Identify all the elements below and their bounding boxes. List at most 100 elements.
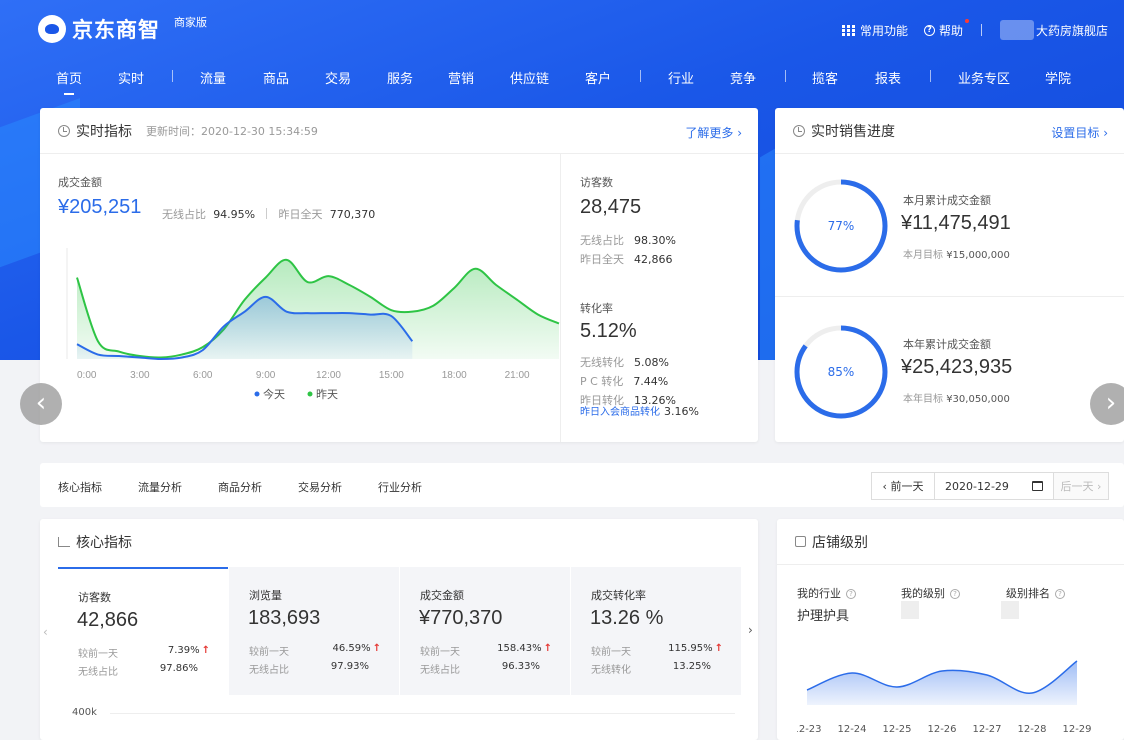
nav-item[interactable]: 交易 [325, 68, 351, 87]
x-tick-label: 12-26 [927, 724, 956, 735]
metric-label: 访客数 [78, 591, 111, 604]
level-value-placeholder [901, 601, 919, 619]
nav-item[interactable]: 客户 [585, 68, 611, 87]
tab-0[interactable]: 核心指标 [58, 479, 102, 495]
metric-card[interactable]: 成交金额 ¥770,370 较前一天 158.43% ↑ 无线占比 96.33% [400, 567, 570, 695]
nav-item[interactable]: 业务专区 [958, 68, 1010, 87]
metric-value: ¥770,370 [419, 607, 503, 629]
carousel-prev-button[interactable]: ‹ [20, 383, 62, 425]
question-icon: ? [950, 589, 960, 599]
metric-value: 13.26 % [590, 607, 664, 629]
legend-marker[interactable] [254, 391, 260, 397]
question-icon: ? [1055, 589, 1065, 599]
common-functions-button[interactable]: 常用功能 [841, 22, 908, 39]
metric-label: 浏览量 [249, 589, 282, 602]
conv-row: 无线转化 5.08% [580, 356, 669, 369]
legend-label[interactable]: 今天 [263, 387, 285, 401]
top-header: 京东商智 商家版 常用功能 ? 帮助 大药房旗舰店 [0, 0, 1124, 56]
tab-4[interactable]: 行业分析 [378, 479, 422, 495]
conv-label: 转化率 [580, 302, 613, 315]
y-axis-tick: 400k [72, 707, 97, 718]
help-button[interactable]: ? 帮助 [923, 18, 969, 39]
conv-value: 5.12% [580, 320, 637, 342]
month-label: 本月累计成交金额 [903, 194, 991, 207]
nav-item[interactable]: 揽客 [812, 68, 838, 87]
nav-item[interactable]: 首页 [56, 68, 82, 95]
year-target: 本年目标 ¥30,050,000 [903, 394, 1010, 405]
help-icon: ? [923, 24, 935, 36]
nav-item[interactable]: 流量 [200, 68, 226, 87]
shop-level-chart: 12-23 12-24 12-25 12-26 12-27 12-28 12-29 [797, 660, 1092, 735]
shop-level-card: 店铺级别 我的行业? 护理护具 我的级别? 级别排名? 12-2312-2412… [777, 519, 1124, 740]
jd-logo-icon [38, 15, 66, 43]
question-icon: ? [846, 589, 856, 599]
x-tick-label: 9:00 [256, 370, 276, 381]
divider [775, 296, 1124, 297]
logo[interactable]: 京东商智 [38, 14, 160, 44]
metric-share-row: 无线转化 13.25% [591, 661, 711, 676]
legend-label[interactable]: 昨天 [316, 388, 338, 401]
tab-3[interactable]: 交易分析 [298, 479, 342, 495]
x-tick-label: 12-24 [837, 724, 866, 735]
month-value: ¥11,475,491 [901, 212, 1011, 234]
ring-percent: 77% [828, 219, 855, 233]
level-area [807, 661, 1077, 705]
visitors-label: 访客数 [580, 176, 613, 189]
date-picker[interactable]: 2020-12-29 [934, 472, 1054, 500]
month-target: 本月目标 ¥15,000,000 [903, 250, 1010, 261]
x-tick-label: 12-25 [882, 724, 911, 735]
next-day-button[interactable]: 后一天 › [1053, 472, 1109, 500]
nav-item[interactable]: 报表 [875, 68, 901, 87]
tab-1[interactable]: 流量分析 [138, 479, 182, 495]
calendar-icon [1032, 481, 1043, 491]
metric-card[interactable]: 访客数 42,866 较前一天 7.39% ↑ 无线占比 97.86% [58, 567, 228, 695]
visitors-value: 28,475 [580, 196, 642, 218]
legend-marker[interactable] [307, 391, 313, 397]
x-tick-label: 12-29 [1062, 724, 1091, 735]
x-tick-label: 21:00 [505, 370, 530, 381]
nav-item[interactable]: 竞争 [730, 68, 756, 87]
shop-name[interactable]: 大药房旗舰店 [1036, 22, 1108, 39]
nav-item[interactable]: 行业 [668, 68, 694, 87]
shop-icon [795, 536, 806, 547]
x-tick-label: 12-28 [1017, 724, 1046, 735]
metrics-scroll-left-icon[interactable]: ‹ [43, 625, 48, 639]
x-tick-label: 3:00 [130, 370, 150, 381]
year-label: 本年累计成交金额 [903, 338, 991, 351]
avatar[interactable] [999, 20, 1034, 40]
nav-separator [172, 70, 173, 82]
tab-2[interactable]: 商品分析 [218, 479, 262, 495]
up-arrow-icon: ↑ [714, 643, 723, 654]
industry-value: 护理护具 [797, 609, 850, 624]
edition-label: 商家版 [174, 16, 207, 29]
ring-percent: 85% [828, 365, 855, 379]
nav-separator [640, 70, 641, 82]
carousel-next-button[interactable]: › [1090, 383, 1124, 425]
realtime-metrics-card: 实时指标 更新时间：2020-12-30 15:34:59 了解更多 › 成交金… [40, 108, 758, 442]
metric-card[interactable]: 浏览量 183,693 较前一天 46.59% ↑ 无线占比 97.93% [229, 567, 399, 695]
nav-item[interactable]: 商品 [263, 68, 289, 87]
member-conv-link[interactable]: 昨日入会商品转化 3.16% [580, 403, 699, 418]
logo-text: 京东商智 [72, 18, 160, 42]
x-tick-label: 12-27 [972, 724, 1001, 735]
clock-icon [58, 124, 70, 137]
month-progress-ring: 77% [794, 179, 888, 273]
metric-change-row: 较前一天 158.43% ↑ [420, 643, 552, 658]
gmv-label: 成交金额 [58, 176, 102, 189]
nav-item[interactable]: 供应链 [510, 68, 549, 87]
card-title: 实时销售进度 [811, 123, 895, 140]
prev-day-button[interactable]: ‹ 前一天 [871, 472, 935, 500]
metric-card[interactable]: 成交转化率 13.26 % 较前一天 115.95% ↑ 无线转化 13.25% [571, 567, 741, 695]
learn-more-link[interactable]: 了解更多 › [685, 124, 742, 141]
nav-item[interactable]: 学院 [1045, 68, 1071, 87]
card-title: 实时指标 [76, 123, 132, 140]
update-time: 更新时间：2020-12-30 15:34:59 [146, 124, 318, 138]
nav-item[interactable]: 营销 [448, 68, 474, 87]
metrics-scroll-right-icon[interactable]: › [748, 623, 753, 637]
nav-item[interactable]: 服务 [387, 68, 413, 87]
metric-change-row: 较前一天 7.39% ↑ [78, 645, 210, 660]
set-target-link[interactable]: 设置目标 › [1051, 124, 1108, 141]
bar-chart-icon [58, 537, 70, 547]
nav-item[interactable]: 实时 [118, 68, 144, 87]
sales-progress-card: 实时销售进度 设置目标 › 77% 本月累计成交金额 ¥11,475,491 本… [775, 108, 1124, 442]
